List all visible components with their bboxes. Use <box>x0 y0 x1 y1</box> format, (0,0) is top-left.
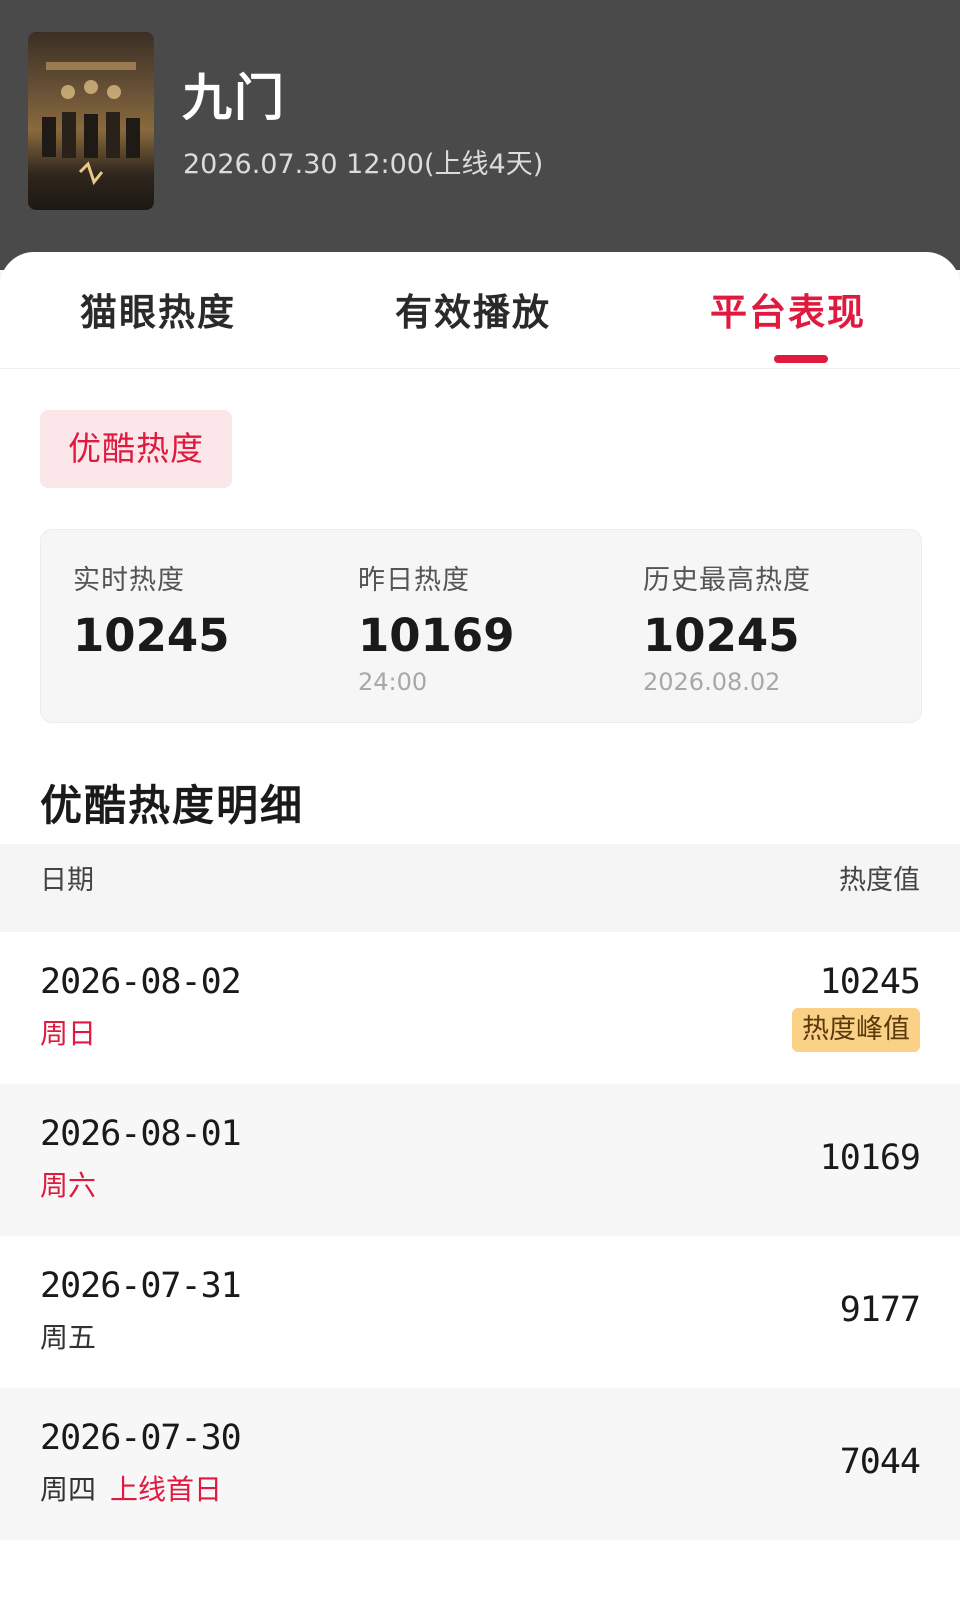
row-date: 2026-08-01 <box>40 1114 242 1154</box>
stat-note: 24:00 <box>358 668 428 696</box>
show-poster[interactable] <box>28 32 154 210</box>
table-row[interactable]: 2026-07-31 周五 9177 <box>0 1236 960 1388</box>
stat-realtime: 实时热度 10245 <box>73 558 230 662</box>
launch-day-tag: 上线首日 <box>110 1473 223 1506</box>
stat-note: 2026.08.02 <box>643 668 781 696</box>
table-row[interactable]: 2026-07-30 周四 上线首日 7044 <box>0 1388 960 1540</box>
active-tab-indicator <box>774 355 828 363</box>
stat-yesterday: 昨日热度 10169 24:00 <box>358 558 515 696</box>
row-heat-value: 7044 <box>839 1442 921 1482</box>
row-heat-value: 10245 <box>819 962 921 1002</box>
heat-stats-card: 实时热度 10245 昨日热度 10169 24:00 历史最高热度 10245… <box>40 529 922 723</box>
stat-label: 昨日热度 <box>358 565 470 596</box>
show-release-info: 2026.07.30 12:00(上线4天) <box>183 149 544 180</box>
row-weekday: 周六 <box>40 1169 97 1202</box>
table-row[interactable]: 2026-08-02 周日 10245 热度峰值 <box>0 932 960 1084</box>
stat-value: 10169 <box>358 609 515 662</box>
row-heat-value: 9177 <box>839 1290 921 1330</box>
platform-chip-youku[interactable]: 优酷热度 <box>40 410 232 488</box>
peak-badge: 热度峰值 <box>792 1008 920 1052</box>
row-date: 2026-07-30 <box>40 1418 242 1458</box>
content-panel: 猫眼热度 有效播放 平台表现 优酷热度 实时热度 10245 昨日热度 1016… <box>0 252 960 1602</box>
tab-effective-play[interactable]: 有效播放 <box>395 282 551 336</box>
show-title: 九门 <box>182 69 286 127</box>
detail-section-title: 优酷热度明细 <box>40 781 305 830</box>
stat-history-max: 历史最高热度 10245 2026.08.02 <box>643 558 811 696</box>
row-weekday: 周四 <box>40 1473 97 1506</box>
column-header-value: 热度值 <box>839 865 920 896</box>
stat-label: 历史最高热度 <box>643 565 811 596</box>
app-header: 九门 2026.07.30 12:00(上线4天) <box>0 0 960 270</box>
row-heat-value: 10169 <box>819 1138 921 1178</box>
row-weekday: 周日 <box>40 1017 97 1050</box>
row-weekday: 周五 <box>40 1321 97 1354</box>
row-date: 2026-07-31 <box>40 1266 242 1306</box>
stat-value: 10245 <box>73 609 230 662</box>
detail-table: 2026-08-02 周日 10245 热度峰值 2026-08-01 周六 1… <box>0 932 960 1540</box>
stat-value: 10245 <box>643 609 800 662</box>
table-header: 日期 热度值 <box>0 844 960 932</box>
row-date: 2026-08-02 <box>40 962 242 1002</box>
poster-image <box>42 62 140 186</box>
tab-platform-performance[interactable]: 平台表现 <box>710 282 866 336</box>
tab-maoyan-heat[interactable]: 猫眼热度 <box>80 282 236 336</box>
column-header-date: 日期 <box>40 865 94 896</box>
stat-label: 实时热度 <box>73 565 185 596</box>
tab-bar: 猫眼热度 有效播放 平台表现 <box>0 252 960 369</box>
table-row[interactable]: 2026-08-01 周六 10169 <box>0 1084 960 1236</box>
